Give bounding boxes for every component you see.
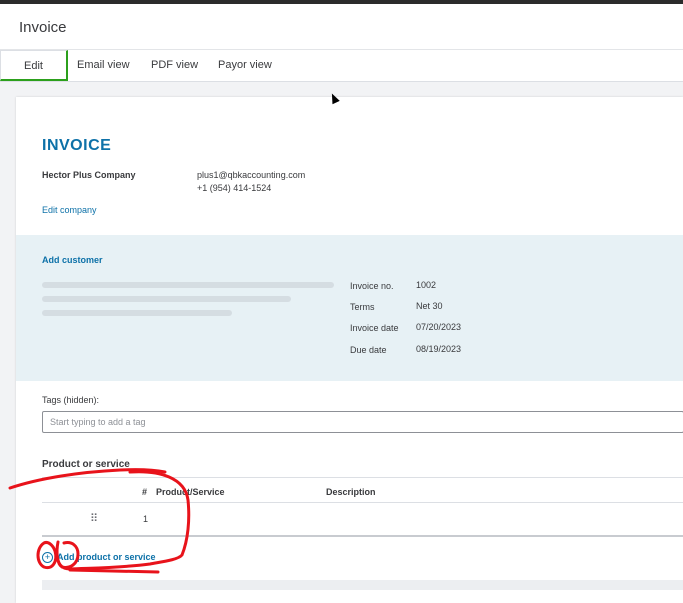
address-placeholder-line — [42, 282, 334, 288]
table-top-divider — [42, 477, 683, 478]
column-header-product-service: Product/Service — [156, 487, 225, 497]
due-date-value[interactable]: 08/19/2023 — [416, 344, 461, 354]
edit-company-link[interactable]: Edit company — [42, 205, 97, 215]
product-service-heading: Product or service — [42, 459, 130, 470]
tab-payor-view[interactable]: Payor view — [218, 59, 272, 71]
view-tabs: Edit Email view PDF view Payor view — [0, 50, 683, 82]
company-email: plus1@qbkaccounting.com — [197, 170, 306, 180]
tab-edit[interactable]: Edit — [0, 50, 68, 81]
tab-email-view[interactable]: Email view — [77, 59, 130, 71]
invoice-date-value[interactable]: 07/20/2023 — [416, 322, 461, 332]
page-header: Invoice — [0, 4, 683, 50]
tags-input[interactable] — [42, 411, 683, 433]
add-customer-link[interactable]: Add customer — [42, 255, 103, 265]
invoice-number-value[interactable]: 1002 — [416, 280, 436, 290]
address-placeholder-line — [42, 296, 291, 302]
line-item-number: 1 — [143, 514, 149, 524]
plus-circle-icon: + — [42, 552, 53, 563]
next-section-strip — [42, 580, 683, 590]
drag-handle-icon[interactable]: ⠿ — [90, 512, 98, 525]
tab-pdf-view[interactable]: PDF view — [151, 59, 198, 71]
due-date-label: Due date — [350, 345, 387, 355]
company-phone: +1 (954) 414-1524 — [197, 183, 272, 193]
invoice-date-label: Invoice date — [350, 323, 399, 333]
company-name: Hector Plus Company — [42, 170, 136, 180]
page-title: Invoice — [19, 19, 67, 36]
tags-label: Tags (hidden): — [42, 395, 100, 405]
address-placeholder-line — [42, 310, 232, 316]
column-header-number: # — [142, 487, 148, 497]
terms-value[interactable]: Net 30 — [416, 301, 443, 311]
terms-label: Terms — [350, 302, 375, 312]
customer-section: Add customer Invoice no. 1002 Terms Net … — [16, 235, 683, 381]
table-row-divider — [42, 535, 683, 537]
table-header-divider — [42, 502, 683, 503]
add-product-or-service-label: Add product or service — [57, 552, 156, 562]
invoice-title: INVOICE — [42, 137, 112, 154]
column-header-description: Description — [326, 487, 376, 497]
invoice-card: INVOICE Hector Plus Company plus1@qbkacc… — [16, 97, 683, 603]
invoice-number-label: Invoice no. — [350, 281, 394, 291]
